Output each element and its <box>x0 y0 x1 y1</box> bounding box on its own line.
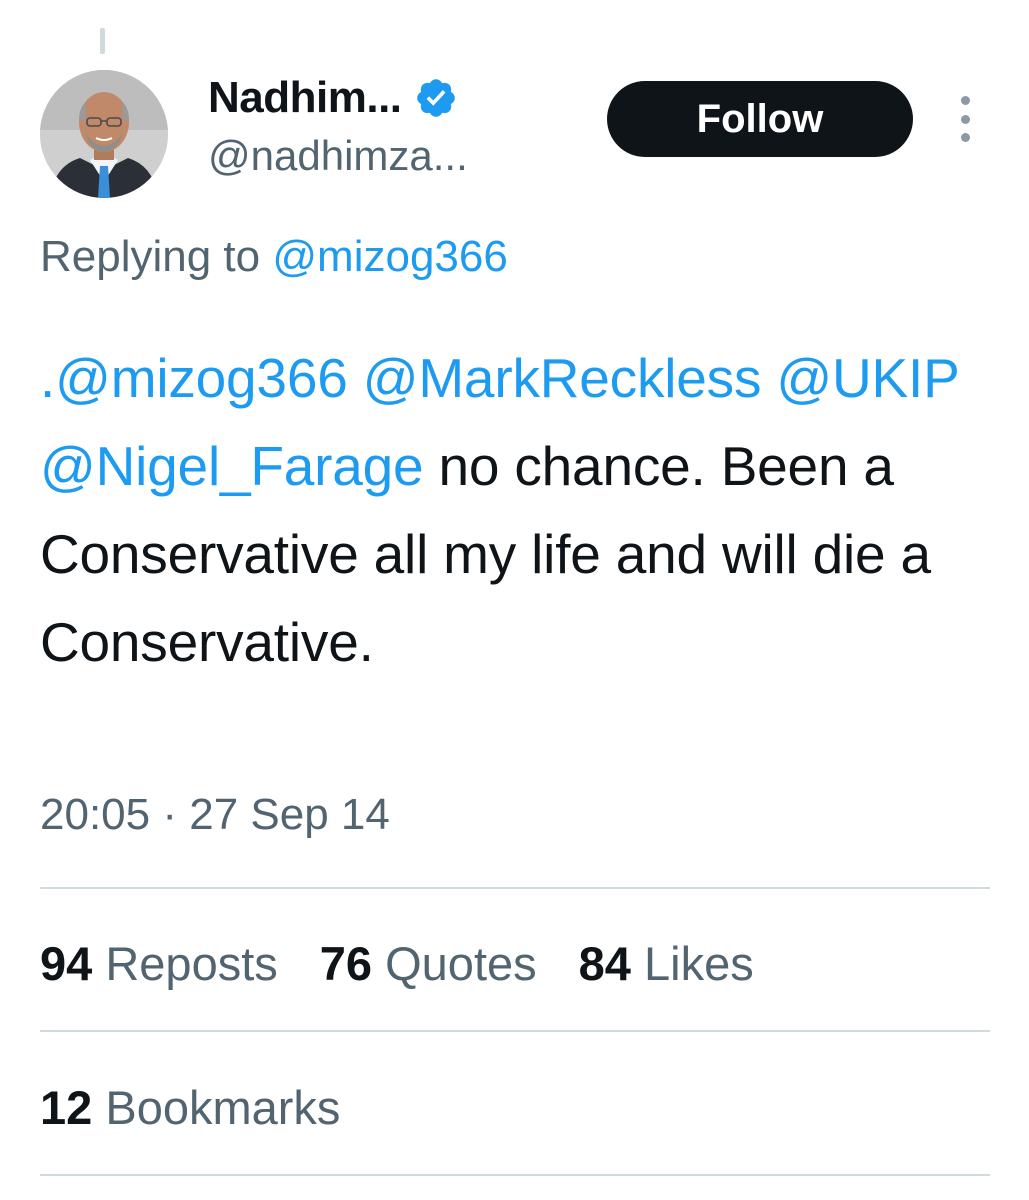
divider <box>40 1174 990 1176</box>
more-dot <box>960 114 970 124</box>
mention-link-ukip[interactable]: @UKIP <box>776 347 958 409</box>
quotes-stat[interactable]: 76 Quotes <box>320 936 537 991</box>
mention-link-nigel-farage[interactable]: @Nigel_Farage <box>40 435 424 497</box>
verified-badge-icon <box>414 76 458 120</box>
more-dot <box>960 96 970 105</box>
likes-label: Likes <box>644 937 754 990</box>
replying-to-line: Replying to @mizog366 <box>40 232 508 282</box>
profile-photo-icon <box>40 70 168 198</box>
replying-to-label: Replying to <box>40 232 261 281</box>
reposts-stat[interactable]: 94 Reposts <box>40 936 278 991</box>
author-handle[interactable]: @nadhimza... <box>208 132 468 180</box>
divider <box>40 887 990 889</box>
tweet-timestamp[interactable]: 20:05 · 27 Sep 14 <box>40 790 390 840</box>
more-vertical-icon[interactable] <box>952 96 978 142</box>
reposts-label: Reposts <box>105 937 278 990</box>
mention-link-mizog366[interactable]: .@mizog366 <box>40 347 348 409</box>
display-name[interactable]: Nadhim... <box>208 73 402 123</box>
bookmarks-label: Bookmarks <box>105 1081 341 1134</box>
avatar[interactable] <box>40 70 168 198</box>
likes-count: 84 <box>578 937 631 990</box>
reposts-count: 94 <box>40 937 93 990</box>
replying-to-mention-link[interactable]: @mizog366 <box>272 232 507 281</box>
mention-link-markreckless[interactable]: @MarkReckless <box>363 347 762 409</box>
bookmarks-count: 12 <box>40 1081 93 1134</box>
quotes-count: 76 <box>319 937 373 990</box>
timestamp-date: 27 Sep 14 <box>189 790 390 839</box>
quotes-label: Quotes <box>385 937 537 990</box>
timestamp-separator: · <box>162 790 177 839</box>
author-name-row[interactable]: Nadhim... <box>208 70 458 126</box>
bookmarks-stat[interactable]: 12 Bookmarks <box>40 1080 340 1135</box>
likes-stat[interactable]: 84 Likes <box>579 936 754 991</box>
timestamp-time: 20:05 <box>40 790 151 839</box>
divider <box>40 1030 990 1032</box>
follow-button[interactable]: Follow <box>607 81 913 157</box>
tweet-text: .@mizog366 @MarkReckless @UKIP @Nigel_Fa… <box>40 334 1000 686</box>
engagement-stats: 94 Reposts 76 Quotes 84 Likes <box>40 936 796 991</box>
more-dot <box>960 133 970 142</box>
thread-connector-line <box>100 28 105 54</box>
